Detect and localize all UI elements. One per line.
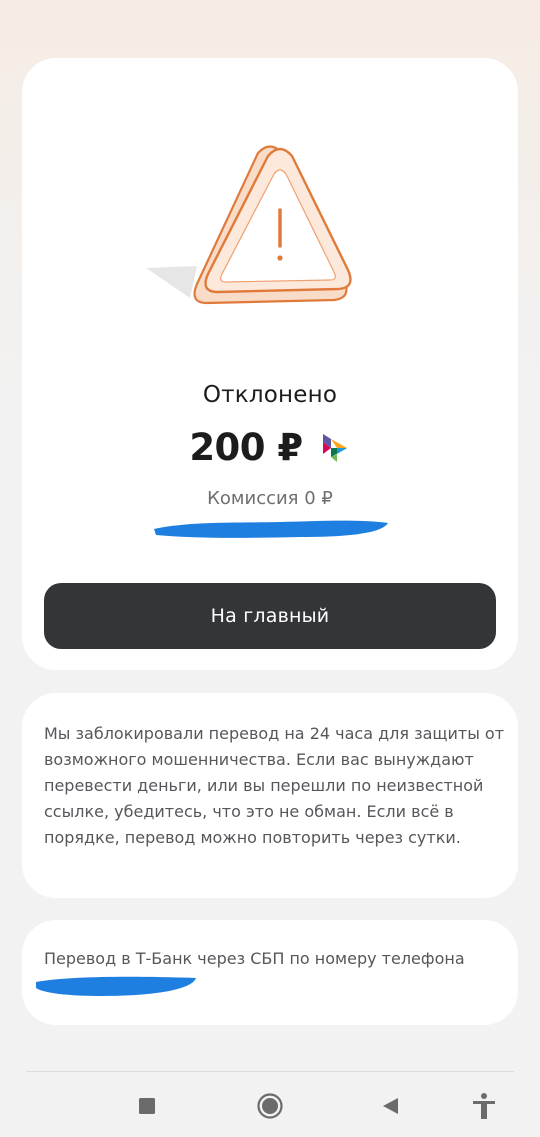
home-nav-button[interactable]: [252, 1088, 288, 1124]
home-button[interactable]: На главный: [44, 583, 496, 649]
warning-triangle-icon: [146, 145, 352, 305]
status-title: Отклонено: [202, 382, 338, 408]
amount: 200 ₽: [189, 426, 303, 469]
commission-text: Комиссия 0 ₽: [207, 488, 333, 509]
back-nav-button[interactable]: [372, 1088, 408, 1124]
block-info-text: Мы заблокировали перевод на 24 часа для …: [44, 724, 505, 847]
accessibility-button[interactable]: [466, 1088, 502, 1124]
details-card: Перевод в Т-Банк через СБП по номеру тел…: [22, 920, 518, 1025]
redaction-scribble: [154, 520, 388, 538]
status-card: Отклонено 200 ₽ Комиссия 0 ₽ На главный: [22, 58, 518, 670]
sbp-logo-icon: [322, 433, 347, 462]
home-circle-icon: [257, 1093, 283, 1119]
accessibility-icon: [473, 1093, 495, 1119]
transfer-type-text: Перевод в Т-Банк через СБП по номеру тел…: [44, 949, 465, 968]
recents-button[interactable]: [129, 1088, 165, 1124]
info-card: Мы заблокировали перевод на 24 часа для …: [22, 693, 518, 898]
back-triangle-icon: [383, 1098, 398, 1114]
redaction-scribble-phone: [36, 976, 196, 996]
system-navbar: [0, 1072, 540, 1137]
recents-square-icon: [139, 1098, 155, 1114]
amount-row: 200 ₽: [22, 426, 518, 469]
